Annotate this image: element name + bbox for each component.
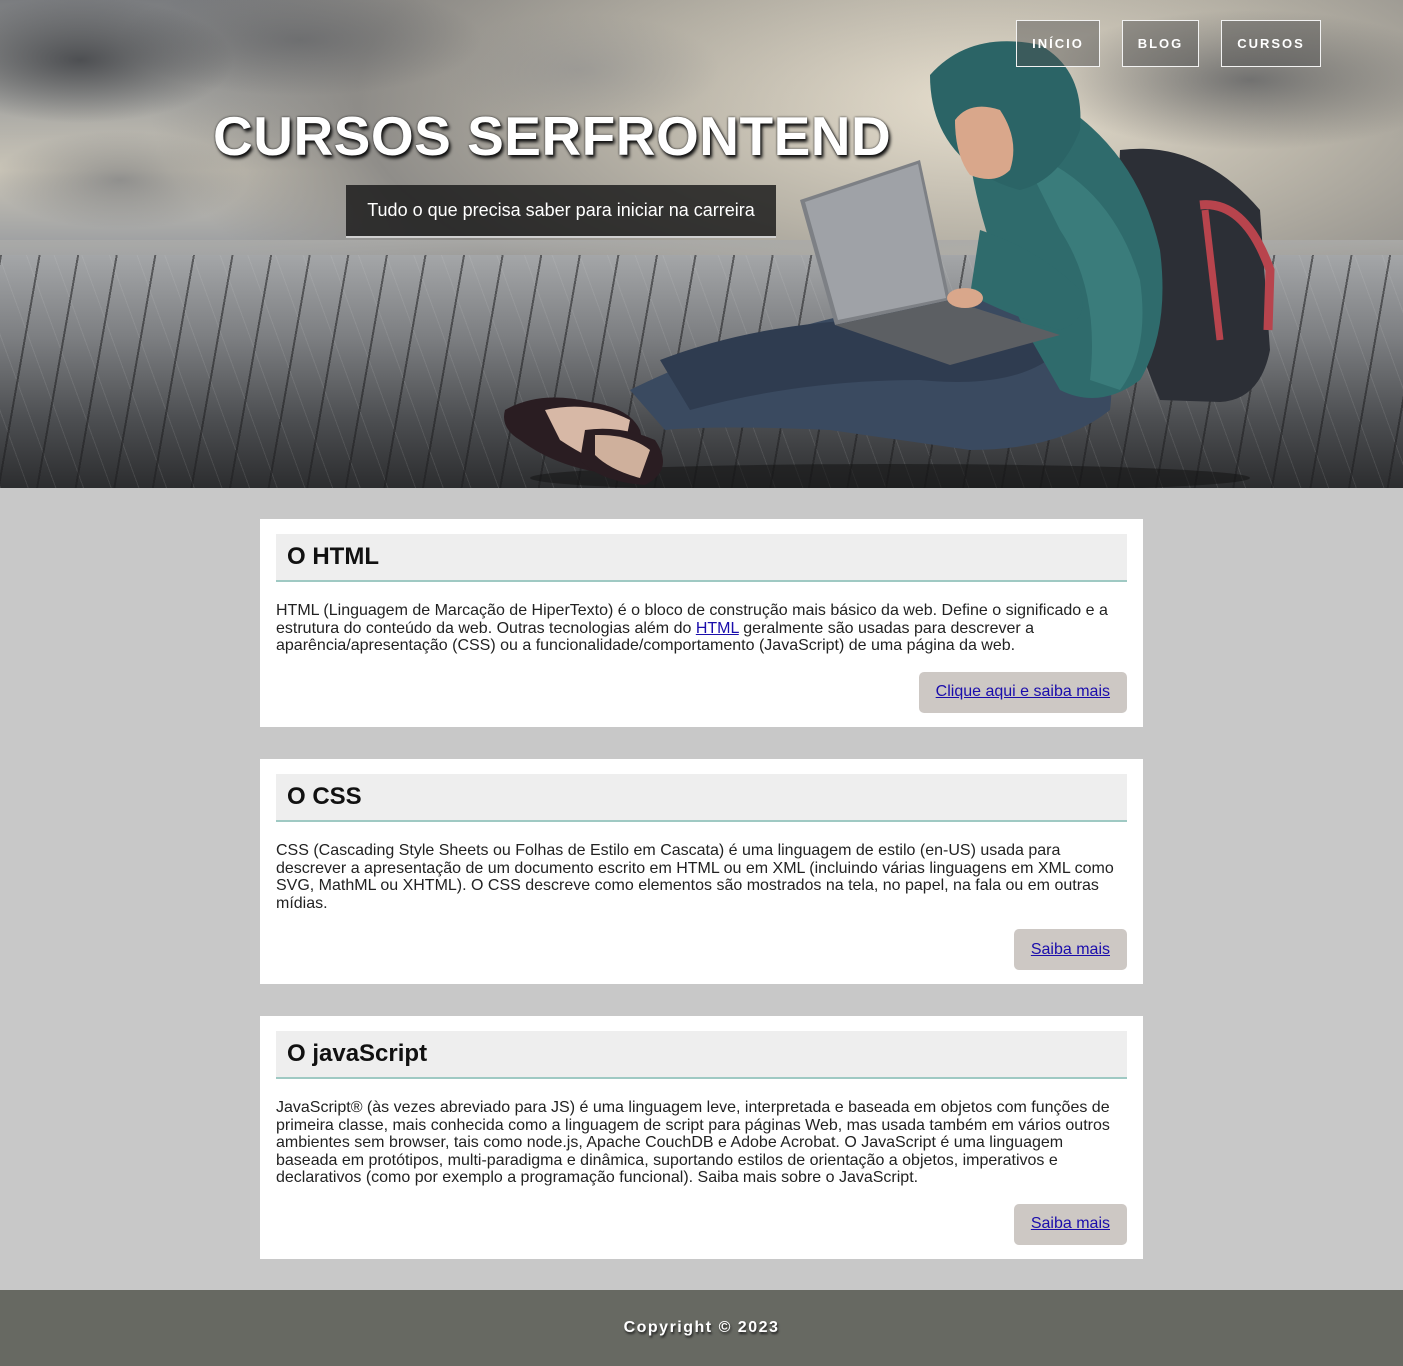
card-header: O HTML: [276, 534, 1127, 582]
html-link[interactable]: HTML: [696, 620, 739, 637]
nav-inicio-button[interactable]: INÍCIO: [1016, 20, 1100, 67]
main-nav: INÍCIO BLOG CURSOS: [1016, 20, 1321, 67]
learn-more-button[interactable]: Saiba mais: [1013, 1203, 1127, 1245]
copyright-text: Copyright © 2023: [623, 1319, 780, 1336]
card-text: HTML (Linguagem de Marcação de HiperText…: [276, 602, 1108, 654]
card-title: O HTML: [287, 543, 379, 570]
learn-more-button[interactable]: Saiba mais: [1013, 929, 1127, 970]
card-css: O CSS CSS (Cascading Style Sheets ou Fol…: [260, 759, 1143, 984]
nav-cursos-button[interactable]: CURSOS: [1221, 20, 1321, 67]
card-header: O javaScript: [276, 1031, 1127, 1079]
hero-banner: INÍCIO BLOG CURSOS CURSOS SERFRONTEND Tu…: [0, 0, 1403, 488]
card-text: CSS (Cascading Style Sheets ou Folhas de…: [276, 842, 1114, 912]
page-footer: Copyright © 2023: [0, 1290, 1403, 1366]
card-html: O HTML HTML (Linguagem de Marcação de Hi…: [260, 519, 1143, 727]
card-title: O javaScript: [287, 1040, 428, 1067]
nav-blog-button[interactable]: BLOG: [1122, 20, 1199, 67]
site-subtitle: Tudo o que precisa saber para iniciar na…: [346, 185, 776, 238]
person-with-laptop-illustration: [504, 41, 1275, 488]
card-header: O CSS: [276, 774, 1127, 822]
learn-more-button[interactable]: Clique aqui e saiba mais: [918, 671, 1127, 713]
card-title: O CSS: [287, 783, 362, 810]
card-text: JavaScript® (às vezes abreviado para JS)…: [276, 1099, 1110, 1186]
site-title: CURSOS SERFRONTEND: [213, 105, 892, 167]
card-javascript: O javaScript JavaScript® (às vezes abrev…: [260, 1016, 1143, 1259]
